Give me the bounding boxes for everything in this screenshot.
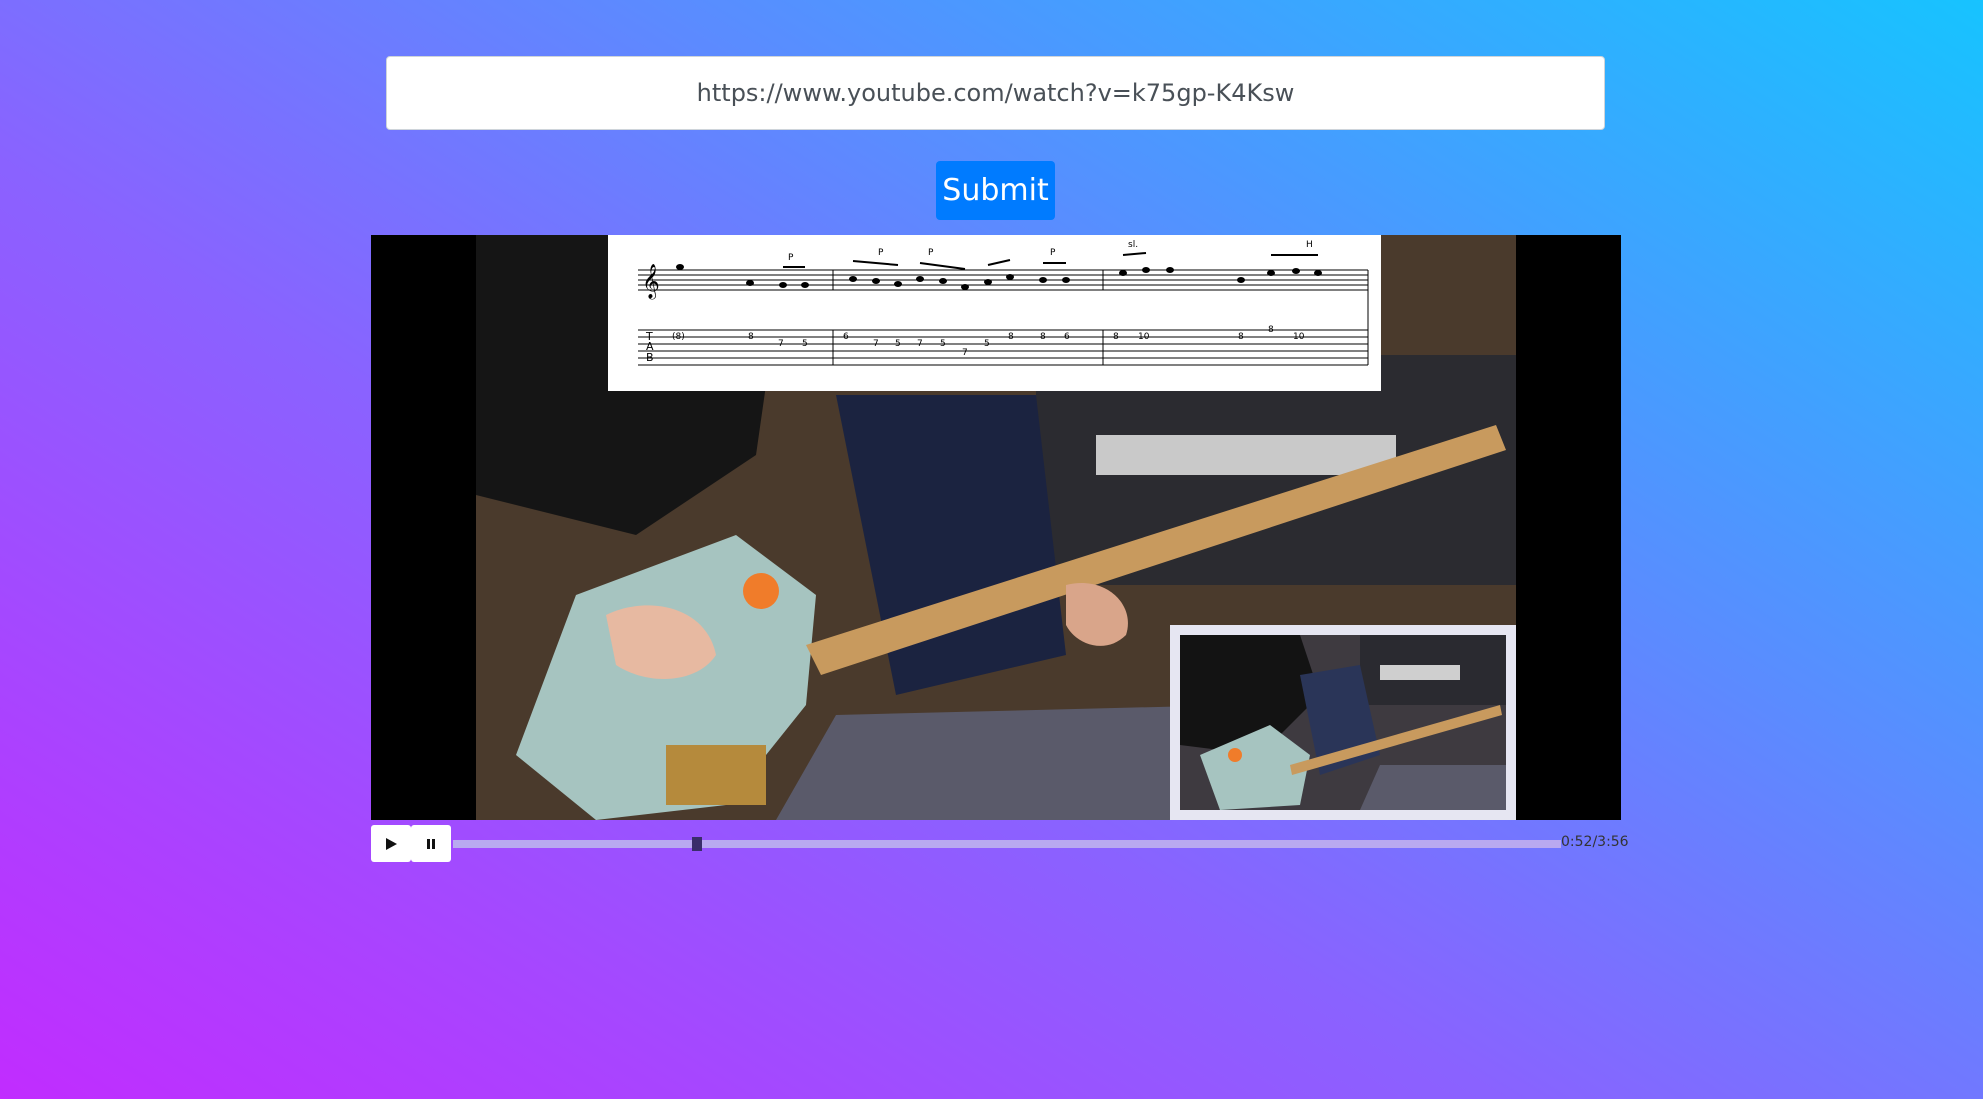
pause-icon	[427, 838, 435, 849]
tablature-overlay: 𝄞 T A B P P P P sl. H (8) 8 7 5 6 7 5 7 …	[608, 235, 1381, 391]
player-controls: 0:52/3:56	[371, 825, 1629, 863]
technique-mark: H	[1306, 240, 1313, 250]
tab-number: 10	[1138, 332, 1150, 342]
progress-fill	[453, 840, 698, 848]
technique-mark: P	[1050, 248, 1056, 258]
url-input[interactable]: https://www.youtube.com/watch?v=k75gp-K4…	[386, 56, 1605, 130]
tab-number: 6	[843, 332, 849, 342]
tab-number: 5	[895, 339, 901, 349]
pause-button[interactable]	[411, 825, 451, 862]
tab-number: 7	[778, 339, 784, 349]
tab-number: 5	[802, 339, 808, 349]
submit-button[interactable]: Submit	[936, 161, 1055, 220]
tab-number: 6	[1064, 332, 1070, 342]
time-display: 0:52/3:56	[1561, 834, 1629, 850]
tab-number: 7	[873, 339, 879, 349]
treble-clef-icon: 𝄞	[642, 264, 660, 300]
play-button[interactable]	[371, 825, 411, 862]
tab-number: 8	[748, 332, 754, 342]
staff-label: B	[646, 351, 654, 364]
picture-in-picture-overlay	[1170, 625, 1516, 820]
tab-number: 10	[1293, 332, 1305, 342]
tab-number: 8	[1238, 332, 1244, 342]
technique-mark: P	[788, 253, 794, 263]
technique-mark: P	[878, 248, 884, 258]
tab-number: 8	[1040, 332, 1046, 342]
tab-number: 5	[940, 339, 946, 349]
play-icon	[386, 837, 397, 850]
tab-number: 7	[962, 348, 968, 358]
technique-mark: P	[928, 248, 934, 258]
progress-thumb[interactable]	[692, 837, 703, 851]
tab-number: 8	[1113, 332, 1119, 342]
tab-number: 5	[984, 339, 990, 349]
technique-mark: sl.	[1128, 240, 1138, 250]
pip-video-scene	[1180, 635, 1506, 810]
tab-number: 7	[917, 339, 923, 349]
tab-number: 8	[1008, 332, 1014, 342]
tab-number: 8	[1268, 325, 1274, 335]
progress-track[interactable]	[453, 837, 1561, 851]
tab-number: (8)	[672, 332, 685, 342]
